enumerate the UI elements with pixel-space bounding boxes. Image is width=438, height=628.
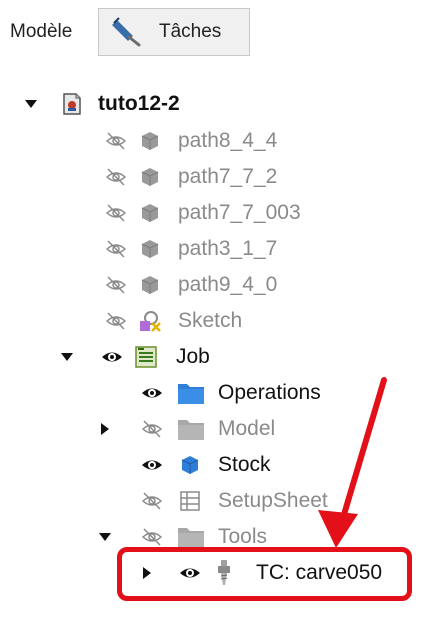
tree-item-path[interactable]: path3_1_7	[0, 231, 438, 267]
cube-gray-icon	[141, 168, 159, 186]
tree-item-stock[interactable]: Stock	[0, 447, 438, 483]
cube-blue-icon	[181, 456, 199, 474]
eye-icon[interactable]	[140, 455, 164, 475]
tree-item-label: Operations	[218, 381, 321, 404]
tree-item-document[interactable]: tuto12-2	[0, 86, 438, 122]
tree-item-path[interactable]: path7_7_003	[0, 195, 438, 231]
tree-item-model[interactable]: Model	[0, 411, 438, 447]
cube-gray-icon	[141, 240, 159, 258]
tree-item-label: Sketch	[178, 309, 243, 332]
tree-item-setupsheet[interactable]: SetupSheet	[0, 483, 438, 519]
expand-arrow-icon[interactable]	[98, 530, 112, 544]
cube-gray-icon	[141, 204, 159, 222]
collapse-arrow-icon[interactable]	[98, 422, 112, 436]
expand-arrow-icon[interactable]	[60, 350, 74, 364]
tasks-wrench-icon	[112, 17, 141, 47]
tree-item-label: Model	[218, 417, 276, 440]
eye-hidden-icon[interactable]	[104, 167, 128, 187]
eye-icon[interactable]	[140, 383, 164, 403]
folder-icon	[178, 528, 204, 548]
eye-icon[interactable]	[100, 347, 124, 367]
eye-icon[interactable]	[178, 563, 202, 583]
collapse-arrow-icon[interactable]	[140, 566, 154, 580]
eye-hidden-icon[interactable]	[104, 311, 128, 331]
document-icon	[63, 93, 81, 115]
folder-icon	[178, 384, 204, 404]
tree-item-label: path3_1_7	[178, 237, 278, 260]
tree-item-path[interactable]: path9_4_0	[0, 267, 438, 303]
tree-item-path[interactable]: path8_4_4	[0, 123, 438, 159]
folder-icon	[178, 420, 204, 440]
eye-hidden-icon[interactable]	[104, 203, 128, 223]
eye-hidden-icon[interactable]	[104, 131, 128, 151]
tree-item-label: TC: carve050	[256, 561, 383, 584]
tree-item-label: SetupSheet	[218, 489, 328, 512]
tree-item-job[interactable]: Job	[0, 339, 438, 375]
tab-tasks-label: Tâches	[159, 21, 222, 42]
tree-item-label: Stock	[218, 453, 271, 476]
tool-bit-icon	[218, 560, 230, 585]
tree-item-label: path9_4_0	[178, 273, 278, 296]
expand-arrow-icon[interactable]	[24, 97, 38, 111]
eye-hidden-icon[interactable]	[140, 527, 164, 547]
model-tree-panel: Modèle Tâches tuto12-2 path8_4_4 path7_7…	[0, 0, 438, 628]
eye-hidden-icon[interactable]	[140, 419, 164, 439]
tree-item-tools[interactable]: Tools	[0, 519, 438, 555]
tree-item-sketch[interactable]: Sketch	[0, 303, 438, 339]
eye-hidden-icon[interactable]	[140, 491, 164, 511]
tree-item-operations[interactable]: Operations	[0, 375, 438, 411]
eye-hidden-icon[interactable]	[104, 275, 128, 295]
tree-item-label: tuto12-2	[98, 92, 180, 115]
sketch-icon	[140, 311, 161, 332]
tab-model-label: Modèle	[10, 21, 73, 42]
tree-item-label: Tools	[218, 525, 268, 548]
tree-item-label: path7_7_003	[178, 201, 301, 224]
tree-item-label: path8_4_4	[178, 129, 278, 152]
cube-gray-icon	[141, 276, 159, 294]
tree-item-tool-controller[interactable]: TC: carve050	[0, 555, 438, 591]
tab-model[interactable]: Modèle	[6, 8, 98, 56]
job-icon	[135, 346, 157, 368]
tab-tasks[interactable]: Tâches	[98, 8, 250, 56]
cube-gray-icon	[141, 132, 159, 150]
tree-item-label: Job	[176, 345, 210, 368]
tree-item-path[interactable]: path7_7_2	[0, 159, 438, 195]
eye-hidden-icon[interactable]	[104, 239, 128, 259]
panel-tabbar: Modèle Tâches	[0, 0, 438, 66]
spreadsheet-icon	[180, 491, 200, 511]
tree-item-label: path7_7_2	[178, 165, 278, 188]
